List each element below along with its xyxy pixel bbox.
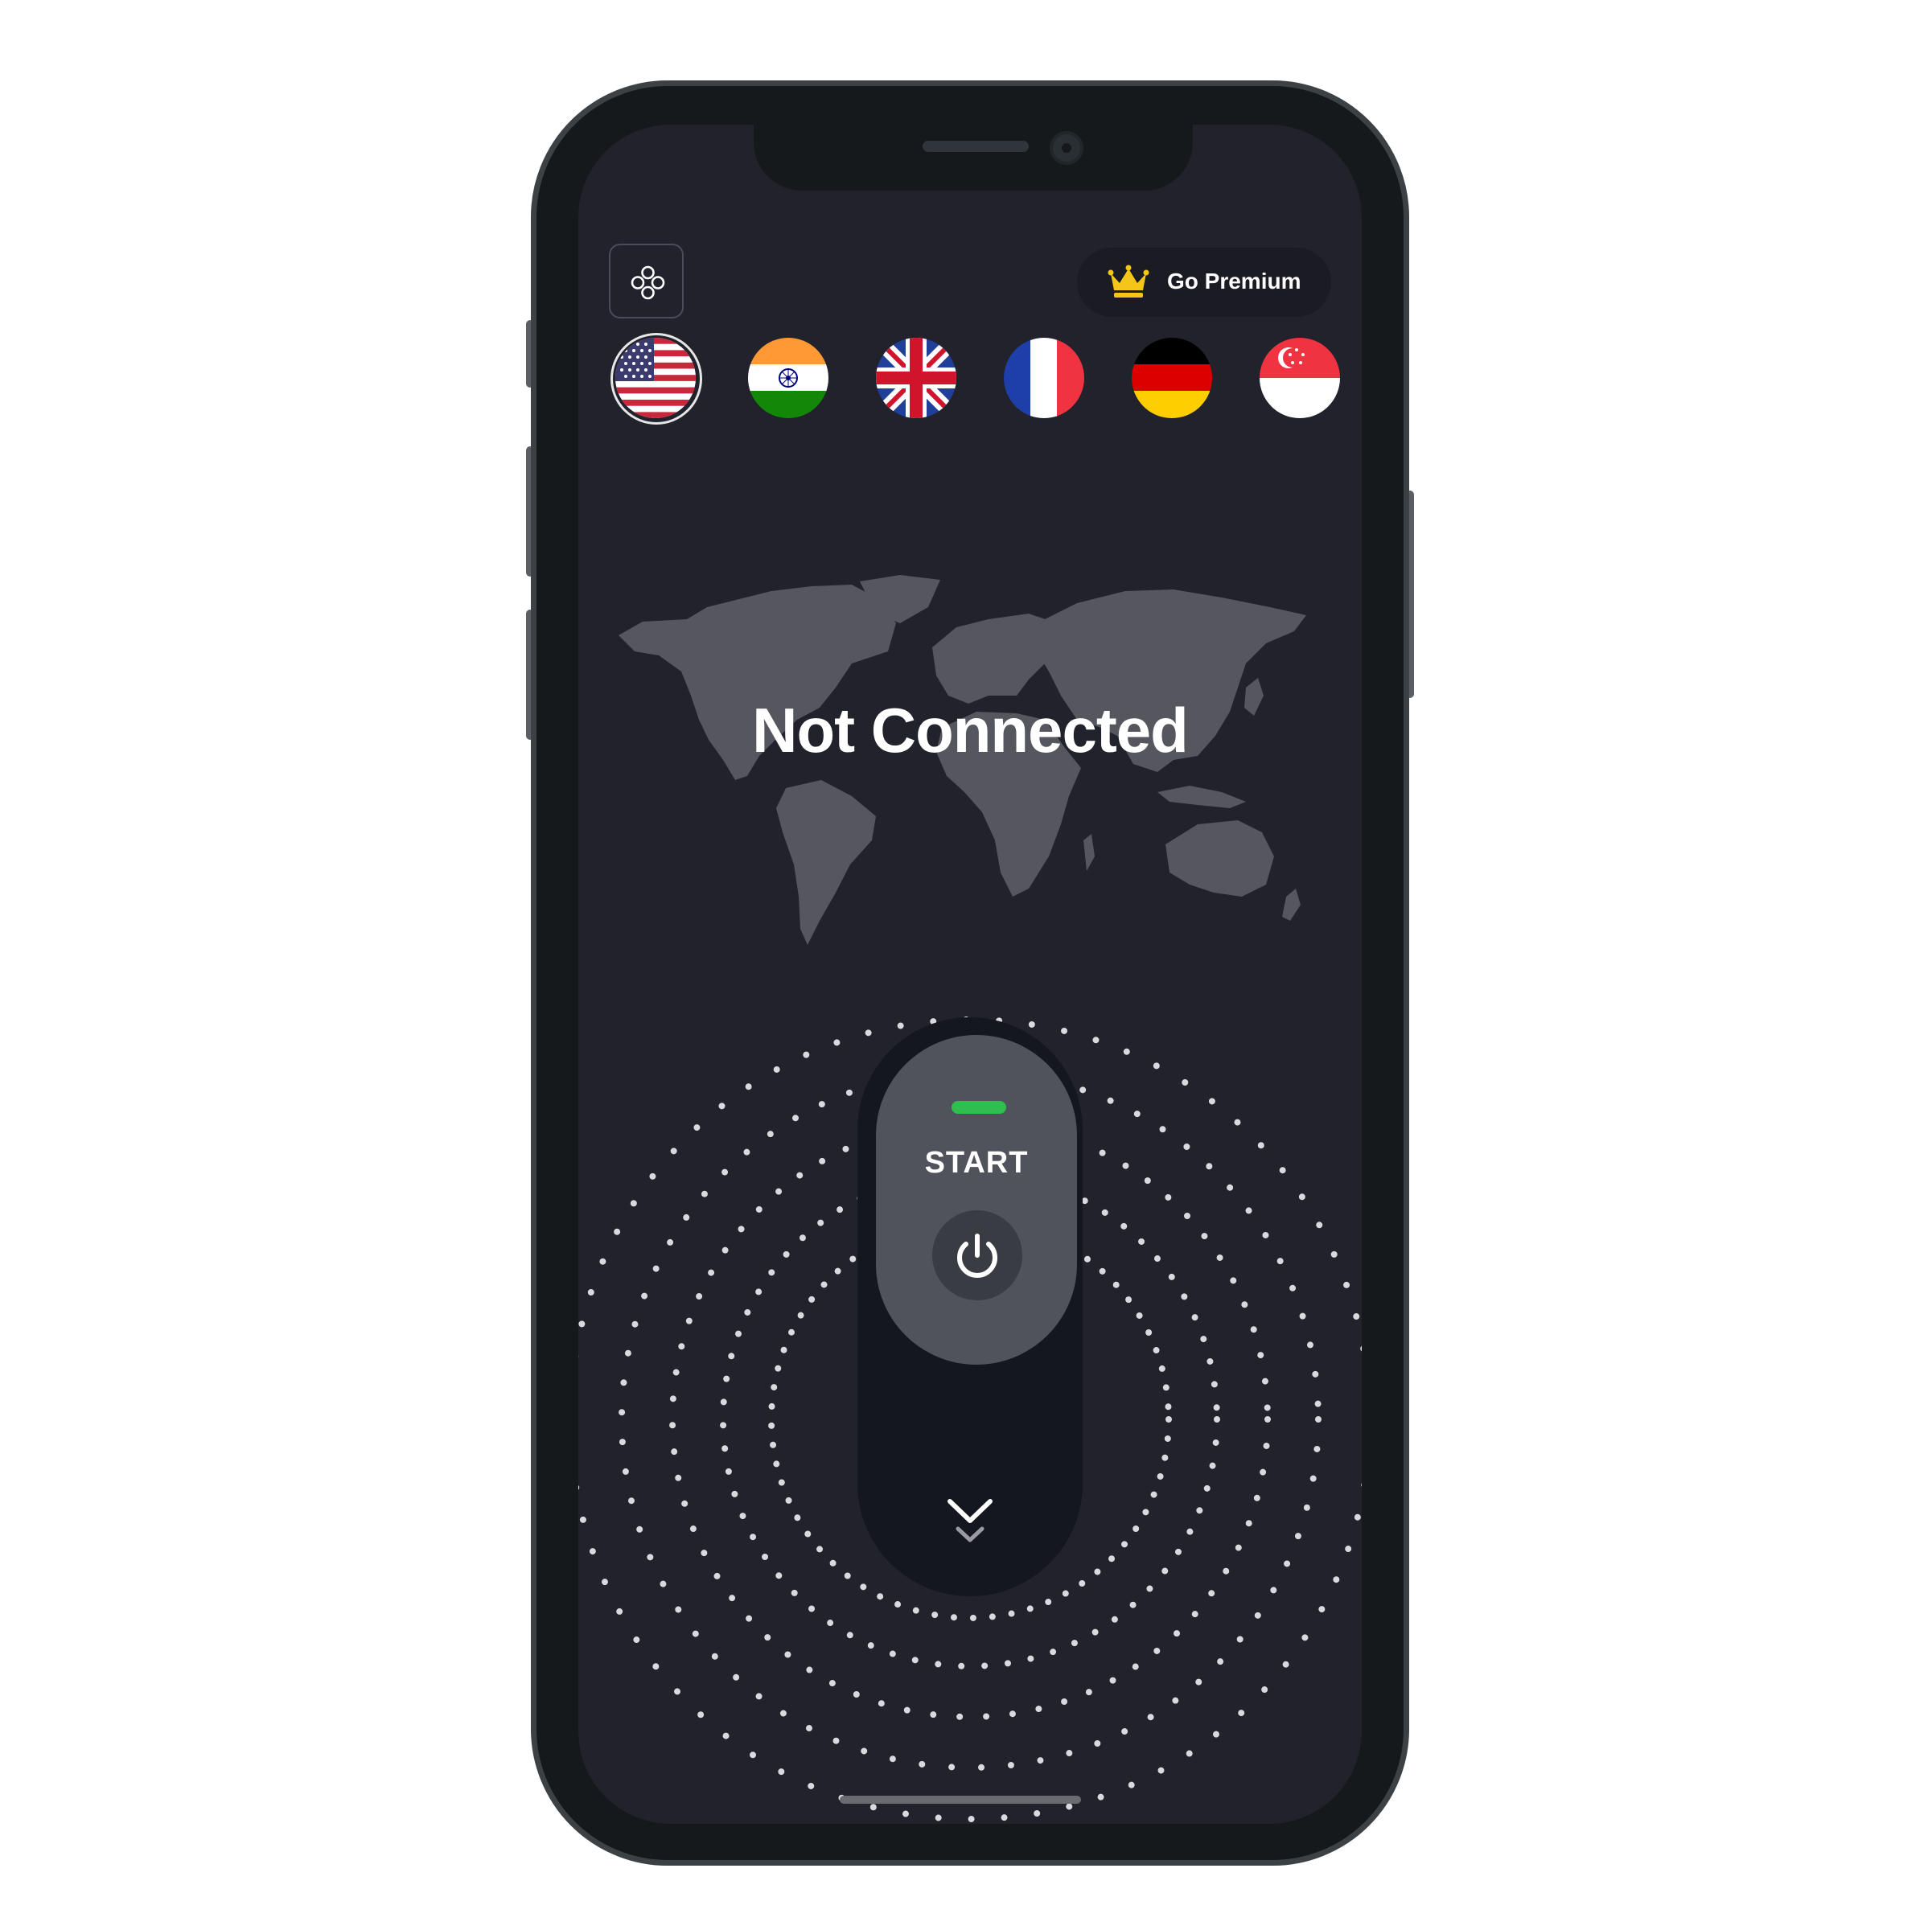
- front-camera: [1050, 131, 1083, 165]
- germany-flag-icon: [1132, 338, 1212, 418]
- country-india[interactable]: [748, 338, 828, 418]
- selected-ring: [610, 333, 702, 425]
- camera-notch: [754, 125, 1193, 191]
- start-switch-knob[interactable]: START: [876, 1035, 1077, 1365]
- double-chevron-down-icon: [948, 1499, 993, 1542]
- go-premium-label: Go Premium: [1167, 269, 1301, 294]
- go-premium-button[interactable]: Go Premium: [1077, 248, 1331, 317]
- country-france[interactable]: [1004, 338, 1084, 418]
- country-singapore[interactable]: [1260, 338, 1340, 418]
- power-icon: [957, 1234, 997, 1278]
- france-flag-icon: [1004, 338, 1084, 418]
- india-flag-icon: [748, 338, 828, 418]
- status-indicator-light: [952, 1101, 1006, 1114]
- device-mockup: Go Premium Not Connected START: [0, 0, 1932, 1930]
- uk-flag-icon: [876, 338, 956, 418]
- speaker-grille: [923, 141, 1029, 152]
- country-germany[interactable]: [1132, 338, 1212, 418]
- country-uk[interactable]: [876, 338, 956, 418]
- start-label: START: [924, 1146, 1029, 1180]
- app-screen: Go Premium Not Connected START: [578, 125, 1362, 1824]
- home-indicator[interactable]: [840, 1796, 1081, 1804]
- country-us[interactable]: [610, 333, 702, 425]
- crown-icon: [1108, 265, 1149, 298]
- apps-grid-icon: [631, 265, 665, 300]
- connection-status: Not Connected: [752, 695, 1189, 766]
- singapore-flag-icon: [1260, 338, 1340, 418]
- menu-button[interactable]: [609, 244, 684, 318]
- power-button[interactable]: [932, 1210, 1022, 1300]
